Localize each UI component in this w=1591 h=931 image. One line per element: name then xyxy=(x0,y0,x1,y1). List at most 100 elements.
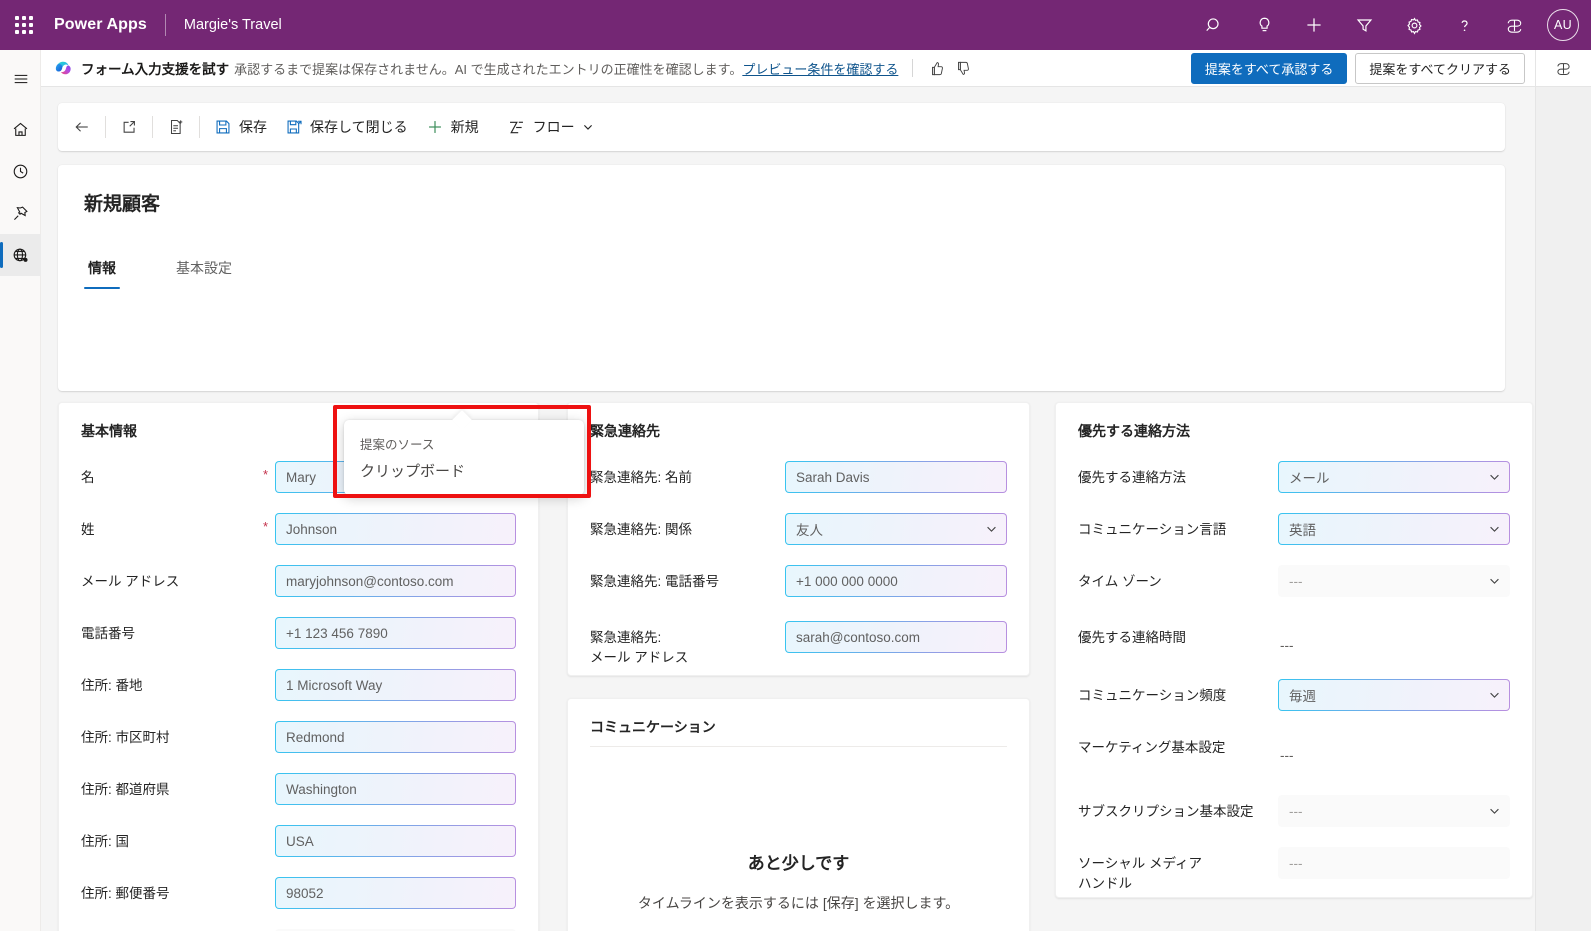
field-label: 優先する連絡方法 xyxy=(1078,461,1278,488)
field-last-name: 姓 * Johnson xyxy=(81,513,516,545)
field-label: 住所: 番地 xyxy=(81,669,263,696)
email-input[interactable]: maryjohnson@contoso.com xyxy=(275,565,516,597)
globe-icon xyxy=(11,246,30,265)
field-control: Redmond xyxy=(275,721,516,753)
field-control: 英語 xyxy=(1278,513,1510,545)
search-button[interactable] xyxy=(1189,0,1239,50)
home-icon xyxy=(11,120,30,139)
communication-frequency-select[interactable]: 毎週 xyxy=(1278,679,1510,711)
clear-all-suggestions-button[interactable]: 提案をすべてクリアする xyxy=(1355,53,1525,84)
required-marker: * xyxy=(263,461,275,482)
field-control: メール xyxy=(1278,461,1510,493)
thumbs-up-button[interactable] xyxy=(924,55,950,81)
flow-button[interactable]: フロー xyxy=(498,110,603,144)
field-preferred-contact-time: 優先する連絡時間 --- xyxy=(1078,621,1510,661)
field-social-media-handle: ソーシャル メディア ハンドル --- xyxy=(1078,847,1510,893)
popout-icon xyxy=(120,118,138,136)
address-postal-code-input[interactable]: 98052 xyxy=(275,877,516,909)
copilot-icon xyxy=(1554,59,1573,78)
sidebar-item-recent[interactable] xyxy=(0,150,41,192)
emergency-email-input[interactable]: sarah@contoso.com xyxy=(785,621,1007,653)
time-zone-select[interactable]: --- xyxy=(1278,565,1510,597)
save-and-close-label: 保存して閉じる xyxy=(310,117,408,137)
help-icon xyxy=(1455,16,1474,35)
save-and-close-button[interactable]: 保存して閉じる xyxy=(276,110,417,144)
preferred-contact-method-select[interactable]: メール xyxy=(1278,461,1510,493)
emergency-name-input[interactable]: Sarah Davis xyxy=(785,461,1007,493)
command-divider xyxy=(105,116,106,138)
new-record-icon xyxy=(167,118,185,136)
app-header: Power Apps Margie's Travel xyxy=(0,0,1591,50)
pin-icon xyxy=(11,204,30,223)
required-spacer xyxy=(263,565,275,571)
field-control: 1 Microsoft Way xyxy=(275,669,516,701)
form-columns: 基本情報 名 * Mary xyxy=(58,402,1533,931)
sidebar-item-home[interactable] xyxy=(0,108,41,150)
field-control: --- xyxy=(1278,565,1510,597)
sidebar-item-customers[interactable] xyxy=(0,234,41,276)
filter-button[interactable] xyxy=(1339,0,1389,50)
address-state-input[interactable]: Washington xyxy=(275,773,516,805)
chevron-down-icon xyxy=(582,121,594,133)
field-subscription-preferences: サブスクリプション基本設定 --- xyxy=(1078,795,1510,827)
communication-language-select[interactable]: 英語 xyxy=(1278,513,1510,545)
back-button[interactable] xyxy=(64,110,100,144)
emergency-phone-input[interactable]: +1 000 000 0000 xyxy=(785,565,1007,597)
address-city-input[interactable]: Redmond xyxy=(275,721,516,753)
phone-input[interactable]: +1 123 456 7890 xyxy=(275,617,516,649)
sidebar-item-menu[interactable] xyxy=(0,58,41,100)
tab-information[interactable]: 情報 xyxy=(84,250,120,289)
open-in-new-window-button[interactable] xyxy=(111,110,147,144)
address-country-input[interactable]: USA xyxy=(275,825,516,857)
new-record-button[interactable] xyxy=(158,110,194,144)
user-avatar[interactable]: AU xyxy=(1547,9,1579,41)
field-control: sarah@contoso.com xyxy=(785,621,1007,653)
thumbs-down-button[interactable] xyxy=(950,55,976,81)
recent-clock-icon xyxy=(11,162,30,181)
banner-action-buttons: 提案をすべて承認する 提案をすべてクリアする xyxy=(1191,53,1525,84)
required-spacer xyxy=(263,877,275,883)
command-bar: 保存 保存して閉じる 新規 フロー xyxy=(58,103,1505,151)
field-label: 住所: 国 xyxy=(81,825,263,852)
settings-button[interactable] xyxy=(1389,0,1439,50)
field-label: 緊急連絡先: 名前 xyxy=(590,461,785,488)
brand-title[interactable]: Power Apps xyxy=(54,16,147,34)
tab-preferences[interactable]: 基本設定 xyxy=(172,250,236,289)
subscription-preferences-select[interactable]: --- xyxy=(1278,795,1510,827)
address-street-input[interactable]: 1 Microsoft Way xyxy=(275,669,516,701)
help-button[interactable] xyxy=(1439,0,1489,50)
field-address-country: 住所: 国 USA xyxy=(81,825,516,857)
field-control: --- xyxy=(1278,847,1510,879)
banner-description: 承認するまで提案は保存されません。AI で生成されたエントリの正確性を確認します… xyxy=(234,59,742,78)
waffle-icon xyxy=(15,16,33,34)
field-label: 緊急連絡先: 電話番号 xyxy=(590,565,785,592)
new-button[interactable] xyxy=(1289,0,1339,50)
banner-preview-terms-link[interactable]: プレビュー条件を確認する xyxy=(742,59,898,78)
social-media-handle-input[interactable]: --- xyxy=(1278,847,1510,879)
sidebar-item-pinned[interactable] xyxy=(0,192,41,234)
field-control: --- xyxy=(1278,731,1510,771)
copilot-button[interactable] xyxy=(1489,0,1539,50)
save-button[interactable]: 保存 xyxy=(205,110,276,144)
section-title: コミュニケーション xyxy=(590,717,1007,737)
emergency-relationship-select[interactable]: 友人 xyxy=(785,513,1007,545)
field-emergency-relationship: 緊急連絡先: 関係 友人 xyxy=(590,513,1007,545)
preferred-contact-time-input[interactable]: --- xyxy=(1278,629,1510,661)
command-divider-2 xyxy=(152,116,153,138)
field-label: 住所: 郵便番号 xyxy=(81,877,263,904)
field-emergency-phone: 緊急連絡先: 電話番号 +1 000 000 0000 xyxy=(590,565,1007,597)
app-launcher-button[interactable] xyxy=(0,0,48,50)
section-rule xyxy=(590,746,1007,747)
required-spacer xyxy=(263,669,275,675)
new-button[interactable]: 新規 xyxy=(417,110,488,144)
required-marker: * xyxy=(263,513,275,534)
field-control: 毎週 xyxy=(1278,679,1510,711)
last-name-input[interactable]: Johnson xyxy=(275,513,516,545)
app-name[interactable]: Margie's Travel xyxy=(184,17,282,33)
marketing-preferences-input[interactable]: --- xyxy=(1278,739,1510,771)
field-label: 住所: 都道府県 xyxy=(81,773,263,800)
insights-button[interactable] xyxy=(1239,0,1289,50)
copilot-panel-toggle[interactable] xyxy=(1535,50,1591,87)
field-label: コミュニケーション頻度 xyxy=(1078,679,1278,706)
accept-all-suggestions-button[interactable]: 提案をすべて承認する xyxy=(1191,53,1348,84)
